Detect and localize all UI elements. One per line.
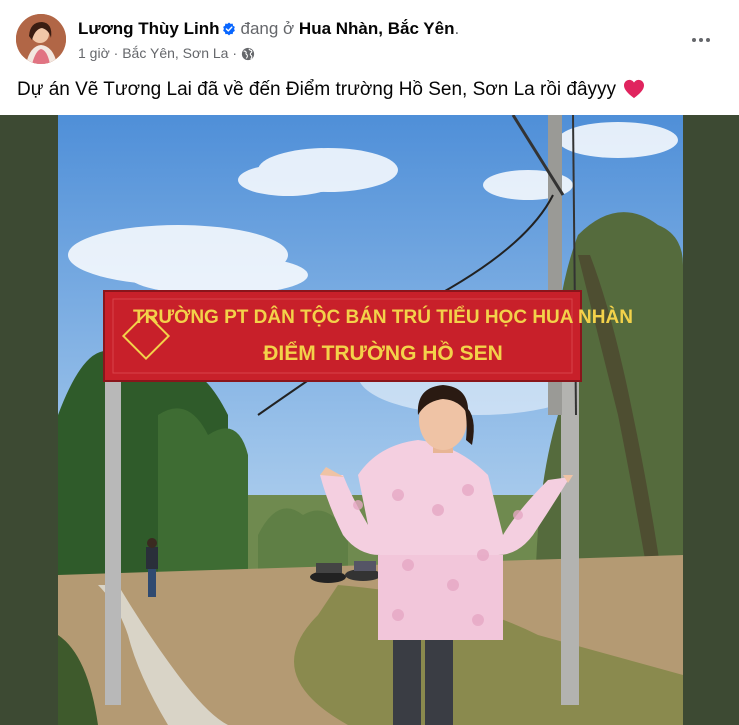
place-link[interactable]: Hua Nhàn, Bắc Yên bbox=[299, 19, 455, 38]
post-time[interactable]: 1 giờ bbox=[78, 45, 110, 61]
post-header: Lương Thùy Linh đang ở Hua Nhàn, Bắc Yên.… bbox=[16, 14, 721, 66]
post-photo[interactable]: TRƯỜNG PT DÂN TỘC BÁN TRÚ TIỂU HỌC HUA N… bbox=[58, 115, 683, 725]
more-options-icon[interactable] bbox=[685, 24, 717, 56]
sign-line-1: TRƯỜNG PT DÂN TỘC BÁN TRÚ TIỂU HỌC HUA N… bbox=[133, 306, 633, 328]
post-message: Dự án Vẽ Tương Lai đã về đến Điểm trường… bbox=[17, 78, 645, 106]
facebook-post-card: Lương Thùy Linh đang ở Hua Nhàn, Bắc Yên.… bbox=[0, 0, 739, 725]
post-media[interactable]: TRƯỜNG PT DÂN TỘC BÁN TRÚ TIỂU HỌC HUA N… bbox=[0, 115, 739, 725]
author-line: Lương Thùy Linh đang ở Hua Nhàn, Bắc Yên. bbox=[78, 18, 459, 42]
verified-badge-icon bbox=[222, 20, 236, 42]
status-prefix: đang ở bbox=[240, 19, 295, 38]
meta-separator: · bbox=[113, 45, 119, 61]
post-meta: 1 giờ · Bắc Yên, Sơn La · bbox=[78, 44, 255, 65]
sign-line-2: ĐIỂM TRƯỜNG HỒ SEN bbox=[263, 341, 503, 365]
globe-icon[interactable] bbox=[241, 47, 255, 65]
post-location[interactable]: Bắc Yên, Sơn La bbox=[122, 45, 228, 61]
author-name[interactable]: Lương Thùy Linh bbox=[78, 19, 219, 38]
author-avatar[interactable] bbox=[16, 14, 66, 64]
photo-scene: TRƯỜNG PT DÂN TỘC BÁN TRÚ TIỂU HỌC HUA N… bbox=[58, 115, 683, 725]
red-heart-icon bbox=[623, 79, 645, 106]
status-suffix: . bbox=[454, 19, 460, 38]
separator-dot: · bbox=[232, 45, 237, 61]
post-text: Dự án Vẽ Tương Lai đã về đến Điểm trường… bbox=[17, 79, 617, 100]
avatar-image bbox=[16, 14, 66, 64]
